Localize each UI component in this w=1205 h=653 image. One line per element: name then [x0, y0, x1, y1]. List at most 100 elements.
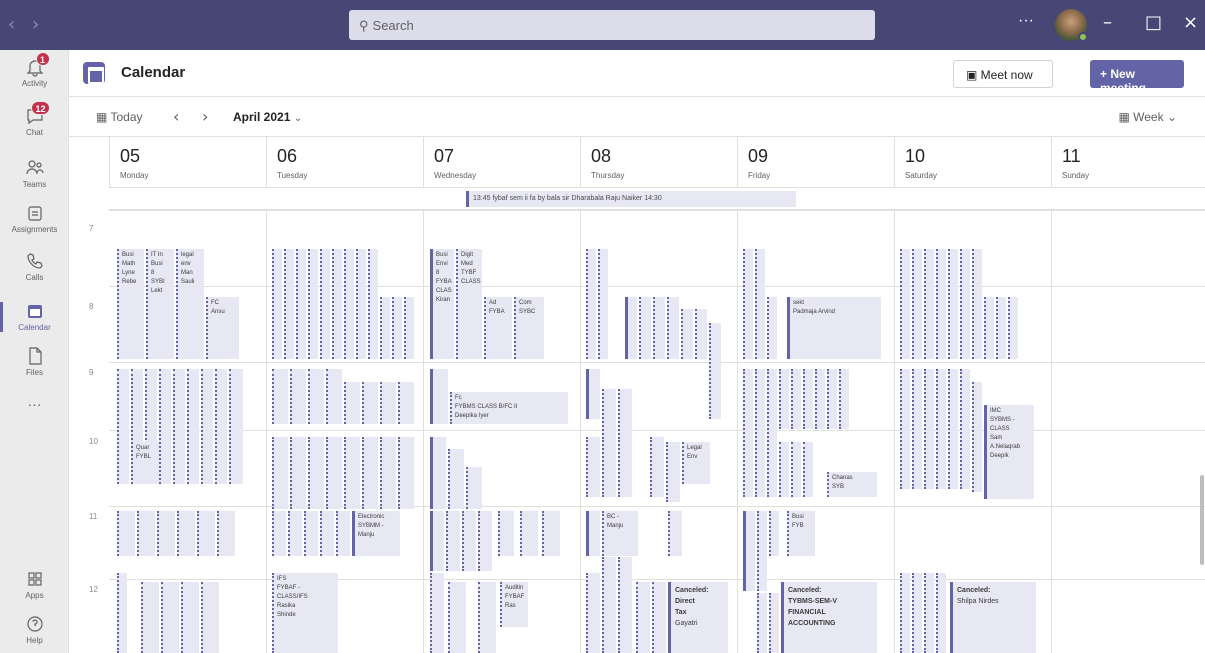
rail-item-files[interactable]: Files — [0, 345, 69, 377]
calendar-event[interactable] — [542, 511, 560, 556]
calendar-event[interactable]: Busi Math Lyne Rebe — [117, 249, 144, 359]
calendar-event[interactable] — [161, 582, 179, 653]
calendar-event[interactable]: Digit Med TYBF CLASS — [456, 249, 482, 359]
calendar-event[interactable] — [344, 382, 360, 424]
calendar-event[interactable] — [201, 582, 219, 653]
calendar-event[interactable] — [336, 511, 350, 556]
calendar-event[interactable]: Auditin FYBAF Ras — [500, 582, 528, 627]
calendar-event[interactable] — [769, 593, 779, 653]
new-meeting-button[interactable]: + New meeting — [1090, 60, 1184, 95]
calendar-event[interactable] — [157, 511, 175, 556]
calendar-event[interactable] — [478, 582, 496, 653]
calendar-event[interactable] — [217, 511, 235, 556]
calendar-event[interactable]: Busi FYB — [787, 511, 815, 556]
calendar-event[interactable] — [598, 249, 608, 359]
calendar-event[interactable] — [201, 369, 213, 484]
calendar-event[interactable] — [498, 511, 514, 556]
calendar-event[interactable] — [462, 511, 476, 571]
calendar-event[interactable] — [326, 369, 342, 424]
calendar-event[interactable]: Chanas SYB — [827, 472, 877, 497]
calendar-event[interactable] — [137, 511, 155, 556]
calendar-event[interactable]: Ad FYBA — [484, 297, 512, 359]
calendar-event[interactable] — [900, 249, 910, 359]
calendar-event[interactable] — [757, 511, 767, 591]
calendar-event[interactable] — [743, 511, 755, 591]
rail-item-chat[interactable]: 12 Chat — [0, 101, 69, 137]
minimize-icon[interactable]: – — [1103, 12, 1112, 33]
calendar-event[interactable] — [900, 369, 910, 489]
calendar-event[interactable] — [803, 369, 813, 429]
calendar-event[interactable] — [272, 249, 282, 359]
avatar[interactable] — [1055, 9, 1088, 42]
calendar-event[interactable] — [141, 582, 159, 653]
calendar-event[interactable] — [187, 369, 199, 484]
rail-item-calls[interactable]: Calls — [0, 250, 69, 282]
calendar-event-canceled[interactable]: Canceled: Direct Tax Gayatri — [668, 582, 728, 653]
calendar-event[interactable] — [666, 442, 680, 502]
calendar-event[interactable] — [117, 511, 135, 556]
today-button[interactable]: ▦ Today — [96, 110, 143, 124]
calendar-event[interactable] — [362, 382, 378, 424]
calendar-event[interactable]: legal env Man Sauli — [176, 249, 204, 359]
calendar-event[interactable]: BC - Manju — [602, 511, 638, 556]
calendar-event[interactable] — [586, 511, 600, 556]
calendar-event[interactable] — [288, 511, 302, 556]
calendar-event[interactable] — [380, 437, 396, 509]
maximize-icon[interactable]: □ — [1145, 12, 1162, 33]
calendar-event[interactable] — [667, 297, 679, 359]
day-header-thursday[interactable]: 08 Thursday — [580, 137, 737, 187]
calendar-event[interactable] — [404, 297, 414, 359]
calendar-event[interactable] — [320, 249, 330, 359]
calendar-event[interactable] — [466, 467, 482, 509]
calendar-event[interactable] — [912, 573, 922, 653]
calendar-event[interactable] — [448, 449, 464, 509]
rail-item-activity[interactable]: 1 Activity — [0, 52, 69, 88]
calendar-event[interactable] — [284, 249, 294, 359]
day-header-tuesday[interactable]: 06 Tuesday — [266, 137, 423, 187]
calendar-event[interactable] — [448, 582, 466, 653]
calendar-event[interactable] — [446, 511, 460, 571]
calendar-event[interactable] — [586, 369, 600, 419]
more-options-button[interactable]: ··· — [1018, 12, 1034, 30]
calendar-event[interactable] — [380, 297, 390, 359]
calendar-event[interactable] — [177, 511, 195, 556]
calendar-event[interactable] — [767, 297, 777, 359]
calendar-event[interactable] — [362, 437, 378, 509]
calendar-event[interactable] — [695, 309, 707, 359]
rail-item-teams[interactable]: Teams — [0, 157, 69, 189]
calendar-event[interactable] — [380, 382, 396, 424]
calendar-event[interactable] — [625, 297, 637, 359]
calendar-event[interactable] — [229, 369, 243, 484]
calendar-event[interactable] — [320, 511, 334, 556]
rail-item-apps[interactable]: Apps — [0, 568, 69, 600]
calendar-event[interactable] — [215, 369, 227, 484]
calendar-event[interactable] — [117, 369, 129, 484]
calendar-event[interactable] — [308, 249, 318, 359]
calendar-event[interactable] — [636, 582, 650, 653]
calendar-event[interactable] — [332, 249, 342, 359]
next-week-icon[interactable]: › — [202, 107, 208, 126]
calendar-event[interactable] — [117, 573, 127, 653]
calendar-event[interactable] — [586, 249, 596, 359]
calendar-event[interactable] — [757, 593, 767, 653]
calendar-event[interactable] — [653, 297, 665, 359]
calendar-event[interactable] — [602, 557, 616, 653]
search-input[interactable]: ⚲ Search — [349, 10, 875, 40]
calendar-event[interactable] — [602, 389, 616, 439]
previous-week-icon[interactable]: ‹ — [173, 107, 179, 126]
close-icon[interactable]: × — [1183, 12, 1198, 33]
calendar-event[interactable] — [159, 369, 171, 484]
calendar-event[interactable] — [1008, 297, 1018, 359]
calendar-event[interactable]: Com SYBC — [514, 297, 544, 359]
calendar-event[interactable]: IMC SYBMS - CLASS Sam A.Nelaqrab Deepik — [984, 405, 1034, 499]
calendar-event[interactable] — [602, 437, 616, 497]
calendar-event[interactable] — [936, 249, 946, 359]
calendar-event[interactable] — [650, 437, 664, 497]
back-arrow-icon[interactable]: ‹ — [8, 14, 15, 35]
calendar-event[interactable]: Fc FYBMS CLASS B/FC II Deepika Iyer — [450, 392, 568, 424]
calendar-event[interactable] — [356, 249, 366, 359]
calendar-event[interactable] — [398, 382, 414, 424]
calendar-event[interactable] — [755, 249, 765, 359]
calendar-event[interactable]: IT In Busi 8 SYBI Lekt — [146, 249, 174, 359]
calendar-event[interactable] — [430, 437, 446, 509]
